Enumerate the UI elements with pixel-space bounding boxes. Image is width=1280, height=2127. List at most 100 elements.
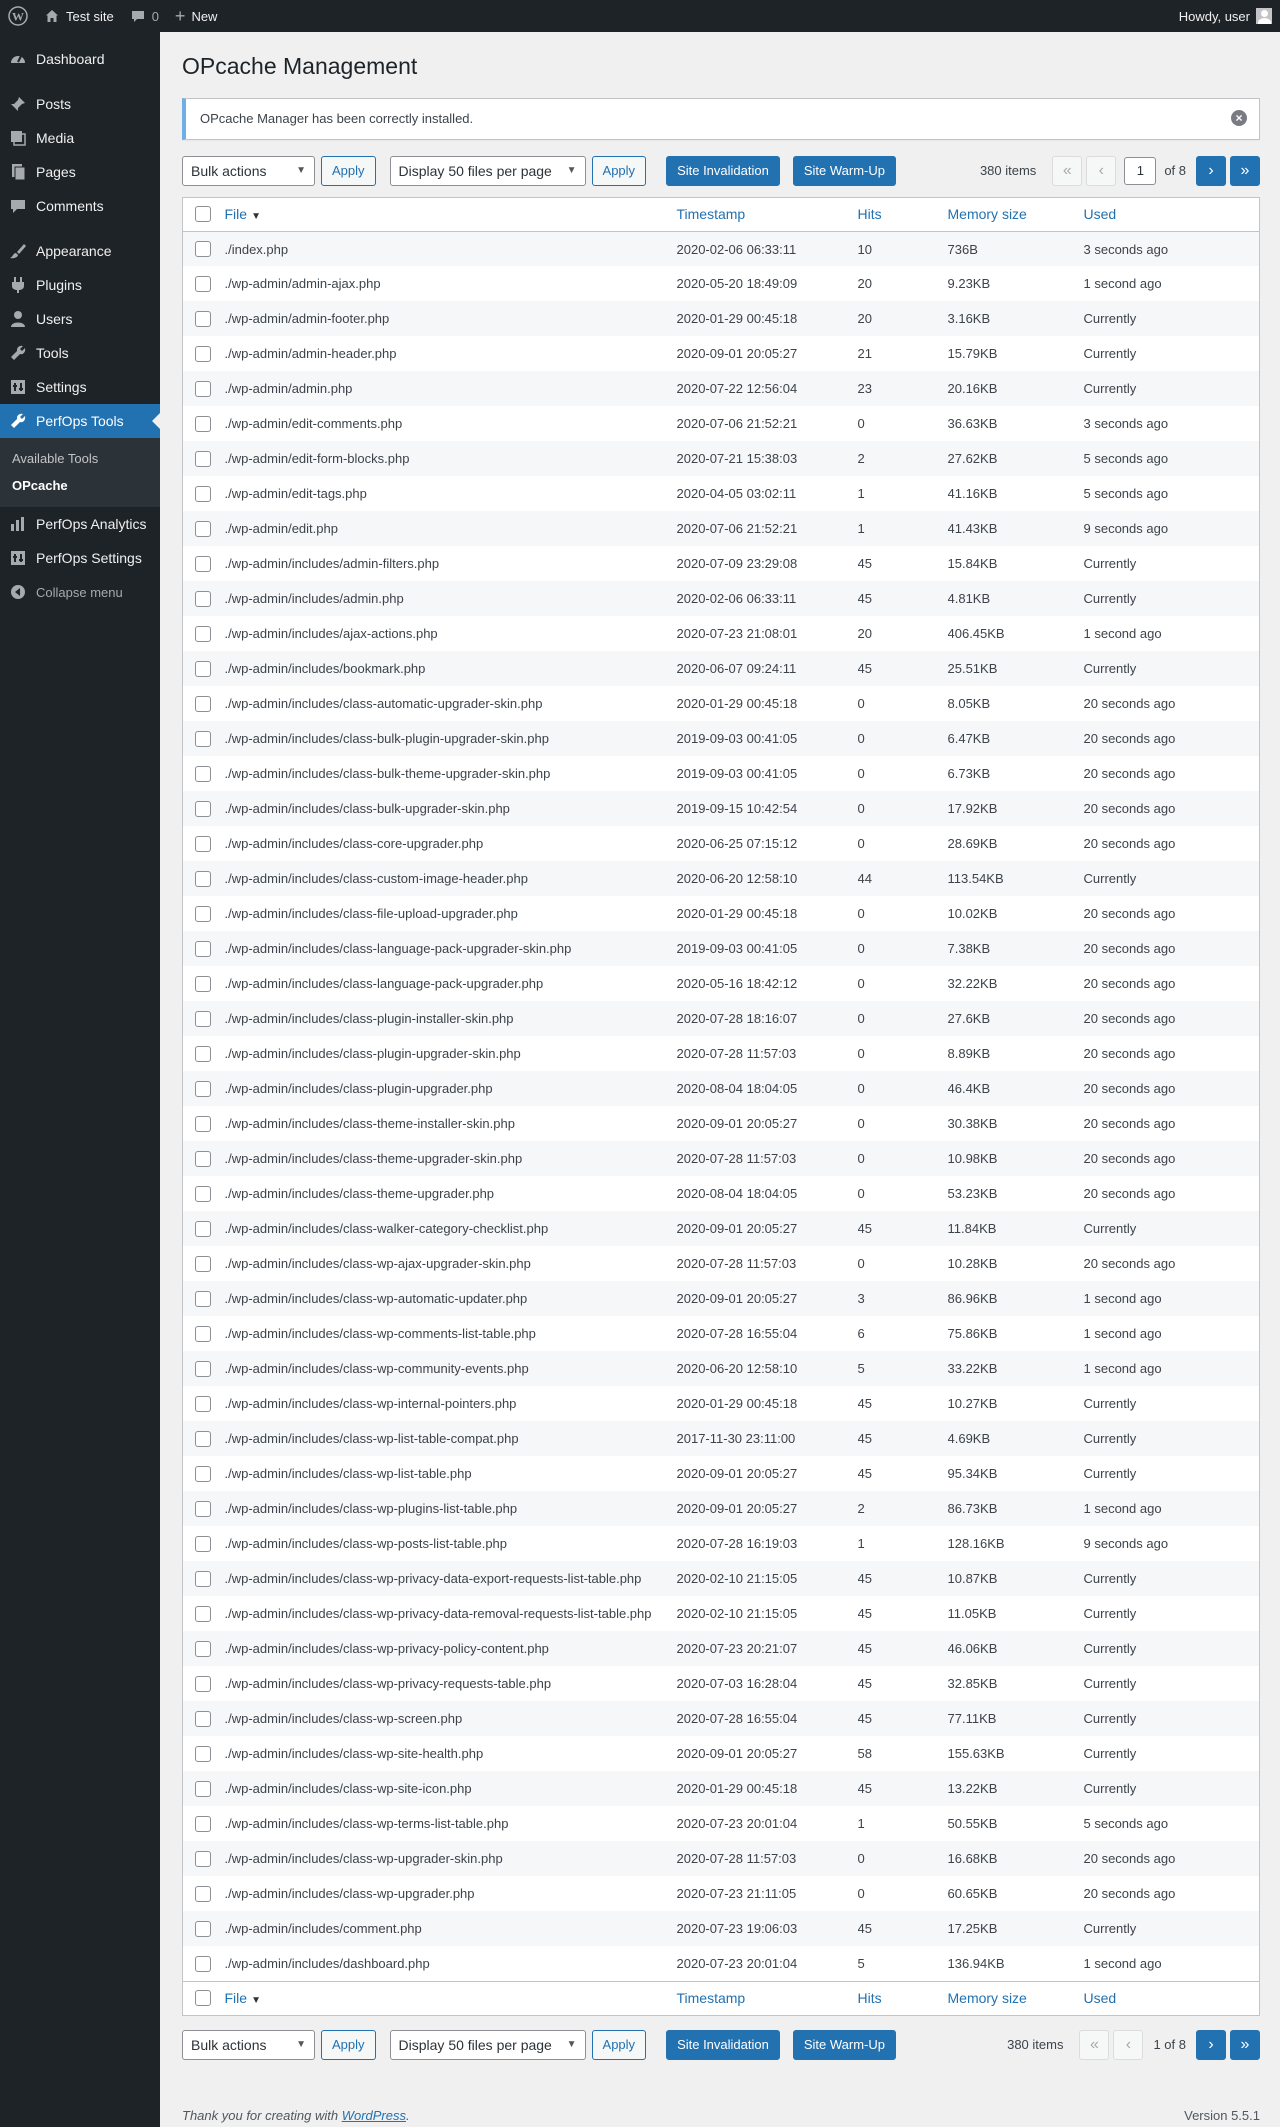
row-checkbox[interactable] bbox=[195, 905, 211, 922]
sidebar-item-dashboard[interactable]: Dashboard bbox=[0, 42, 160, 76]
bulk-apply-button[interactable]: Apply bbox=[321, 2029, 376, 2060]
column-file[interactable]: File ▼ bbox=[224, 197, 677, 232]
site-invalidation-button[interactable]: Site Invalidation bbox=[666, 155, 780, 186]
row-checkbox[interactable] bbox=[195, 590, 211, 607]
column-used[interactable]: Used bbox=[1083, 197, 1260, 232]
row-checkbox[interactable] bbox=[195, 1570, 211, 1587]
wordpress-link[interactable]: WordPress bbox=[342, 2108, 406, 2123]
row-checkbox[interactable] bbox=[195, 1640, 211, 1657]
row-checkbox[interactable] bbox=[195, 1185, 211, 1202]
row-checkbox[interactable] bbox=[195, 520, 211, 537]
row-checkbox[interactable] bbox=[195, 1815, 211, 1832]
column-hits[interactable]: Hits bbox=[857, 1980, 948, 2016]
per-page-select[interactable]: Display 50 files per page ▼ bbox=[389, 2029, 586, 2060]
column-timestamp[interactable]: Timestamp bbox=[676, 197, 858, 232]
submenu-item-available-tools[interactable]: Available Tools bbox=[0, 445, 160, 472]
comments-link[interactable]: 0 bbox=[122, 0, 167, 32]
next-page-button[interactable]: › bbox=[1196, 2029, 1226, 2060]
per-page-apply-button[interactable]: Apply bbox=[591, 2029, 647, 2060]
per-page-select[interactable]: Display 50 files per page ▼ bbox=[389, 155, 586, 186]
row-checkbox[interactable] bbox=[195, 1115, 211, 1132]
submenu-item-opcache[interactable]: OPcache bbox=[0, 472, 160, 499]
site-warmup-button[interactable]: Site Warm-Up bbox=[792, 155, 896, 186]
row-checkbox[interactable] bbox=[195, 800, 211, 817]
row-checkbox[interactable] bbox=[195, 1710, 211, 1727]
row-checkbox[interactable] bbox=[195, 380, 211, 397]
row-checkbox[interactable] bbox=[195, 1955, 211, 1972]
row-checkbox[interactable] bbox=[195, 415, 211, 432]
row-checkbox[interactable] bbox=[195, 1920, 211, 1937]
sidebar-item-perfops-settings[interactable]: PerfOps Settings bbox=[0, 541, 160, 575]
row-checkbox[interactable] bbox=[195, 1010, 211, 1027]
row-checkbox[interactable] bbox=[195, 1325, 211, 1342]
row-checkbox[interactable] bbox=[195, 695, 211, 712]
next-page-button[interactable]: › bbox=[1196, 155, 1226, 186]
sidebar-item-appearance[interactable]: Appearance bbox=[0, 234, 160, 268]
row-checkbox[interactable] bbox=[195, 1220, 211, 1237]
sidebar-item-comments[interactable]: Comments bbox=[0, 189, 160, 223]
collapse-menu-button[interactable]: Collapse menu bbox=[0, 575, 160, 609]
row-checkbox[interactable] bbox=[195, 345, 211, 362]
row-checkbox[interactable] bbox=[195, 1430, 211, 1447]
row-checkbox[interactable] bbox=[195, 1465, 211, 1482]
per-page-apply-button[interactable]: Apply bbox=[591, 155, 647, 186]
row-checkbox[interactable] bbox=[195, 1150, 211, 1167]
sidebar-item-pages[interactable]: Pages bbox=[0, 155, 160, 189]
row-checkbox[interactable] bbox=[195, 730, 211, 747]
select-all-checkbox[interactable] bbox=[195, 206, 211, 223]
row-checkbox[interactable] bbox=[195, 310, 211, 327]
my-account-link[interactable]: Howdy, user bbox=[1171, 0, 1280, 32]
sidebar-item-media[interactable]: Media bbox=[0, 121, 160, 155]
select-all-checkbox[interactable] bbox=[195, 1990, 211, 2007]
row-checkbox[interactable] bbox=[195, 625, 211, 642]
row-checkbox[interactable] bbox=[195, 1080, 211, 1097]
row-checkbox[interactable] bbox=[195, 450, 211, 467]
sidebar-item-settings[interactable]: Settings bbox=[0, 370, 160, 404]
column-memory[interactable]: Memory size bbox=[947, 197, 1084, 232]
sidebar-item-posts[interactable]: Posts bbox=[0, 87, 160, 121]
row-checkbox[interactable] bbox=[195, 1395, 211, 1412]
column-timestamp[interactable]: Timestamp bbox=[676, 1980, 858, 2016]
row-checkbox[interactable] bbox=[195, 940, 211, 957]
column-hits[interactable]: Hits bbox=[857, 197, 948, 232]
row-checkbox[interactable] bbox=[195, 555, 211, 572]
row-checkbox[interactable] bbox=[195, 241, 211, 258]
sidebar-item-perfops-tools[interactable]: PerfOps Tools bbox=[0, 404, 160, 438]
wordpress-logo-icon[interactable]: W bbox=[0, 0, 36, 32]
row-checkbox[interactable] bbox=[195, 1885, 211, 1902]
sidebar-item-users[interactable]: Users bbox=[0, 302, 160, 336]
row-checkbox[interactable] bbox=[195, 660, 211, 677]
column-used[interactable]: Used bbox=[1083, 1980, 1260, 2016]
bulk-actions-select[interactable]: Bulk actions ▼ bbox=[182, 2029, 315, 2060]
row-checkbox[interactable] bbox=[195, 485, 211, 502]
row-checkbox[interactable] bbox=[195, 870, 211, 887]
row-checkbox[interactable] bbox=[195, 1500, 211, 1517]
row-checkbox[interactable] bbox=[195, 1675, 211, 1692]
row-checkbox[interactable] bbox=[195, 765, 211, 782]
current-page-input[interactable]: 1 bbox=[1124, 156, 1157, 185]
row-checkbox[interactable] bbox=[195, 1360, 211, 1377]
bulk-apply-button[interactable]: Apply bbox=[321, 155, 376, 186]
last-page-button[interactable]: » bbox=[1230, 155, 1260, 186]
column-file[interactable]: File ▼ bbox=[224, 1980, 677, 2016]
row-checkbox[interactable] bbox=[195, 1255, 211, 1272]
row-checkbox[interactable] bbox=[195, 1745, 211, 1762]
dismiss-icon[interactable]: × bbox=[1231, 109, 1247, 126]
last-page-button[interactable]: » bbox=[1230, 2029, 1260, 2060]
row-checkbox[interactable] bbox=[195, 975, 211, 992]
site-warmup-button[interactable]: Site Warm-Up bbox=[792, 2029, 896, 2060]
site-invalidation-button[interactable]: Site Invalidation bbox=[666, 2029, 780, 2060]
row-checkbox[interactable] bbox=[195, 275, 211, 292]
row-checkbox[interactable] bbox=[195, 1850, 211, 1867]
bulk-actions-select[interactable]: Bulk actions ▼ bbox=[182, 155, 315, 186]
column-memory[interactable]: Memory size bbox=[947, 1980, 1084, 2016]
sidebar-item-plugins[interactable]: Plugins bbox=[0, 268, 160, 302]
row-checkbox[interactable] bbox=[195, 1605, 211, 1622]
site-name-link[interactable]: Test site bbox=[36, 0, 122, 32]
new-content-link[interactable]: + New bbox=[167, 0, 226, 32]
row-checkbox[interactable] bbox=[195, 1290, 211, 1307]
sidebar-item-tools[interactable]: Tools bbox=[0, 336, 160, 370]
row-checkbox[interactable] bbox=[195, 1045, 211, 1062]
row-checkbox[interactable] bbox=[195, 1535, 211, 1552]
row-checkbox[interactable] bbox=[195, 835, 211, 852]
